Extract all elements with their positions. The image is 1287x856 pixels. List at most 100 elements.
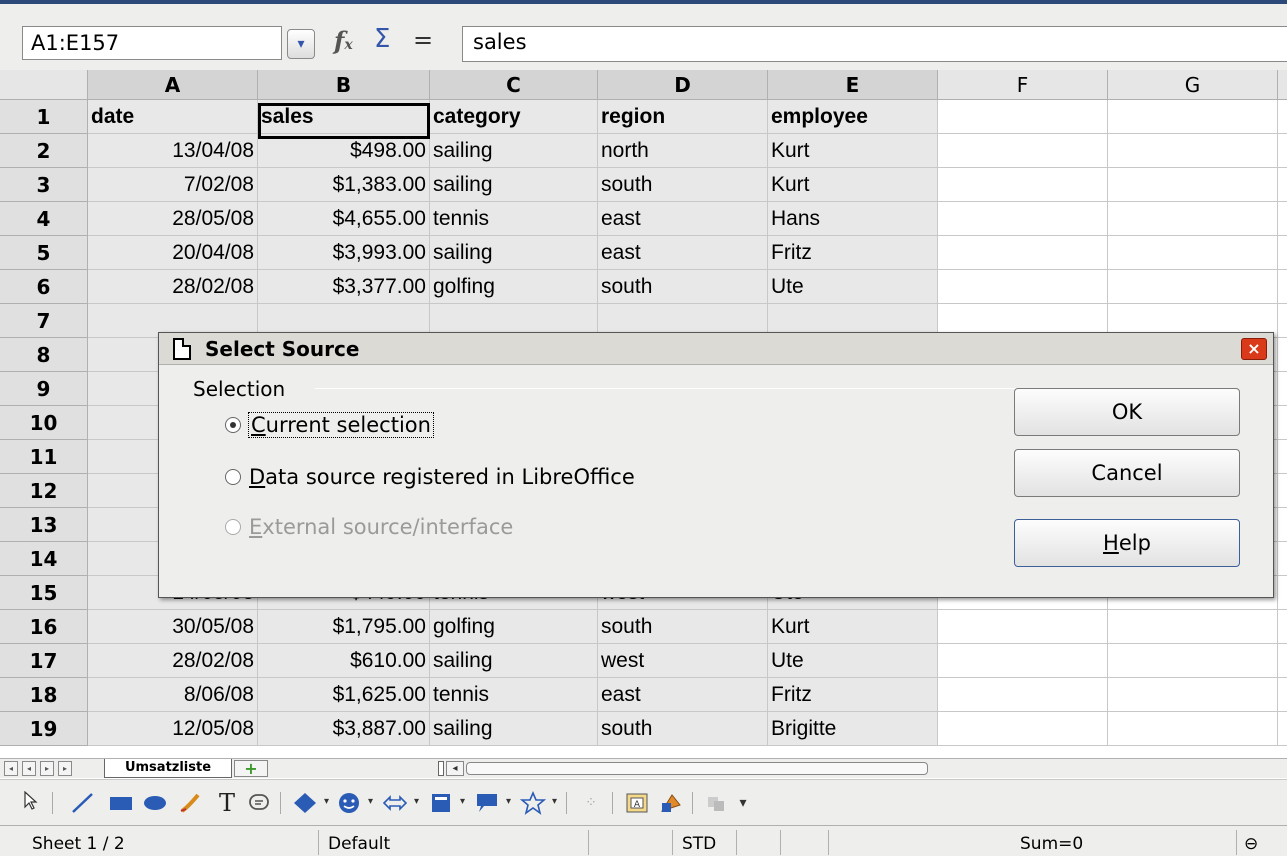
row-header[interactable]: 15 [0,576,88,610]
grid-cell[interactable]: category [430,100,598,134]
grid-cell[interactable]: Brigitte [768,712,938,746]
grid-cell[interactable]: golfing [430,610,598,644]
grid-cell[interactable]: east [598,236,768,270]
grid-cell[interactable]: east [598,678,768,712]
name-box-dropdown-icon[interactable]: ▾ [287,29,315,59]
scrollbar-splitter[interactable] [438,761,444,776]
grid-cell[interactable]: $498.00 [258,134,430,168]
grid-cell[interactable]: Kurt [768,134,938,168]
name-box[interactable]: A1:E157 [22,26,282,60]
grid-cell[interactable]: sailing [430,134,598,168]
cancel-button[interactable]: Cancel [1014,449,1240,497]
grid-cell[interactable]: date [88,100,258,134]
function-wizard-icon[interactable]: fx [334,26,353,55]
grid-cell[interactable]: golfing [430,270,598,304]
fontwork-icon[interactable] [244,791,274,815]
grid-cell[interactable] [1278,678,1287,712]
row-header[interactable]: 2 [0,134,88,168]
grid-cell[interactable]: region [598,100,768,134]
column-header-a[interactable]: A [88,70,258,100]
dropdown-arrow-icon[interactable]: ▾ [414,796,419,807]
grid-cell[interactable] [1278,372,1287,406]
grid-cell[interactable]: tennis [430,678,598,712]
grid-cell[interactable]: tennis [430,202,598,236]
row-header[interactable]: 3 [0,168,88,202]
row-header[interactable]: 16 [0,610,88,644]
grid-cell[interactable] [1278,168,1287,202]
grid-cell[interactable] [1278,474,1287,508]
grid-cell[interactable]: $1,383.00 [258,168,430,202]
grid-cell[interactable]: Ute [768,644,938,678]
toolbar-options-icon[interactable]: ▾ [736,791,750,815]
grid-cell[interactable] [1108,202,1278,236]
grid-cell[interactable]: south [598,270,768,304]
grid-cell[interactable] [1108,100,1278,134]
grid-cell[interactable]: Ute [768,270,938,304]
row-header[interactable]: 4 [0,202,88,236]
row-header[interactable]: 8 [0,338,88,372]
grid-cell[interactable]: south [598,610,768,644]
freeform-line-icon[interactable] [176,791,206,815]
grid-cell[interactable] [1278,202,1287,236]
first-sheet-icon[interactable]: ◂ [4,761,18,776]
grid-cell[interactable]: Hans [768,202,938,236]
grid-cell[interactable]: $610.00 [258,644,430,678]
grid-cell[interactable] [938,610,1108,644]
basic-shapes-icon[interactable] [290,791,320,815]
grid-cell[interactable]: 8/06/08 [88,678,258,712]
grid-cell[interactable] [1278,712,1287,746]
extrusion-icon[interactable] [656,791,686,815]
prev-sheet-icon[interactable]: ◂ [22,761,36,776]
grid-cell[interactable] [1108,644,1278,678]
page-style[interactable]: Default [328,834,390,854]
grid-cell[interactable] [1108,134,1278,168]
grid-cell[interactable] [1278,270,1287,304]
grid-cell[interactable]: Fritz [768,236,938,270]
grid-cell[interactable] [1278,406,1287,440]
callouts-icon[interactable] [472,791,502,815]
dropdown-arrow-icon[interactable]: ▾ [552,796,557,807]
grid-cell[interactable]: 7/02/08 [88,168,258,202]
select-all-corner[interactable] [0,70,88,100]
grid-cell[interactable] [938,678,1108,712]
grid-cell[interactable] [938,236,1108,270]
add-sheet-icon[interactable]: + [234,760,268,777]
column-header-e[interactable]: E [768,70,938,100]
row-header[interactable]: 10 [0,406,88,440]
grid-cell[interactable]: south [598,712,768,746]
select-pointer-icon[interactable] [20,790,42,815]
dialog-titlebar[interactable]: Select Source × [159,333,1273,365]
column-header-c[interactable]: C [430,70,598,100]
grid-cell[interactable]: $4,655.00 [258,202,430,236]
row-header[interactable]: 7 [0,304,88,338]
grid-cell[interactable] [938,712,1108,746]
grid-cell[interactable] [938,644,1108,678]
radio-current-selection[interactable]: Current selection [225,412,434,438]
formula-input[interactable]: sales [462,26,1287,62]
grid-cell[interactable] [1278,100,1287,134]
grid-cell[interactable] [938,168,1108,202]
help-button[interactable]: Help [1014,519,1240,567]
grid-cell[interactable] [1278,338,1287,372]
grid-cell[interactable]: $3,887.00 [258,712,430,746]
close-icon[interactable]: × [1241,338,1267,360]
row-header[interactable]: 12 [0,474,88,508]
symbol-shapes-icon[interactable] [334,791,364,815]
horizontal-scrollbar-thumb[interactable] [466,762,928,775]
grid-cell[interactable]: 28/02/08 [88,270,258,304]
row-header[interactable]: 19 [0,712,88,746]
selection-mode[interactable]: STD [682,834,716,854]
dropdown-arrow-icon[interactable]: ▾ [460,796,465,807]
grid-cell[interactable] [938,134,1108,168]
grid-cell[interactable]: $3,993.00 [258,236,430,270]
row-header[interactable]: 17 [0,644,88,678]
next-sheet-icon[interactable]: ▸ [40,761,54,776]
dropdown-arrow-icon[interactable]: ▾ [506,796,511,807]
grid-cell[interactable] [1278,508,1287,542]
grid-cell[interactable] [1278,576,1287,610]
grid-cell[interactable]: 20/04/08 [88,236,258,270]
column-header-d[interactable]: D [598,70,768,100]
text-icon[interactable]: T [212,791,242,815]
row-header[interactable]: 5 [0,236,88,270]
grid-cell[interactable] [1278,304,1287,338]
